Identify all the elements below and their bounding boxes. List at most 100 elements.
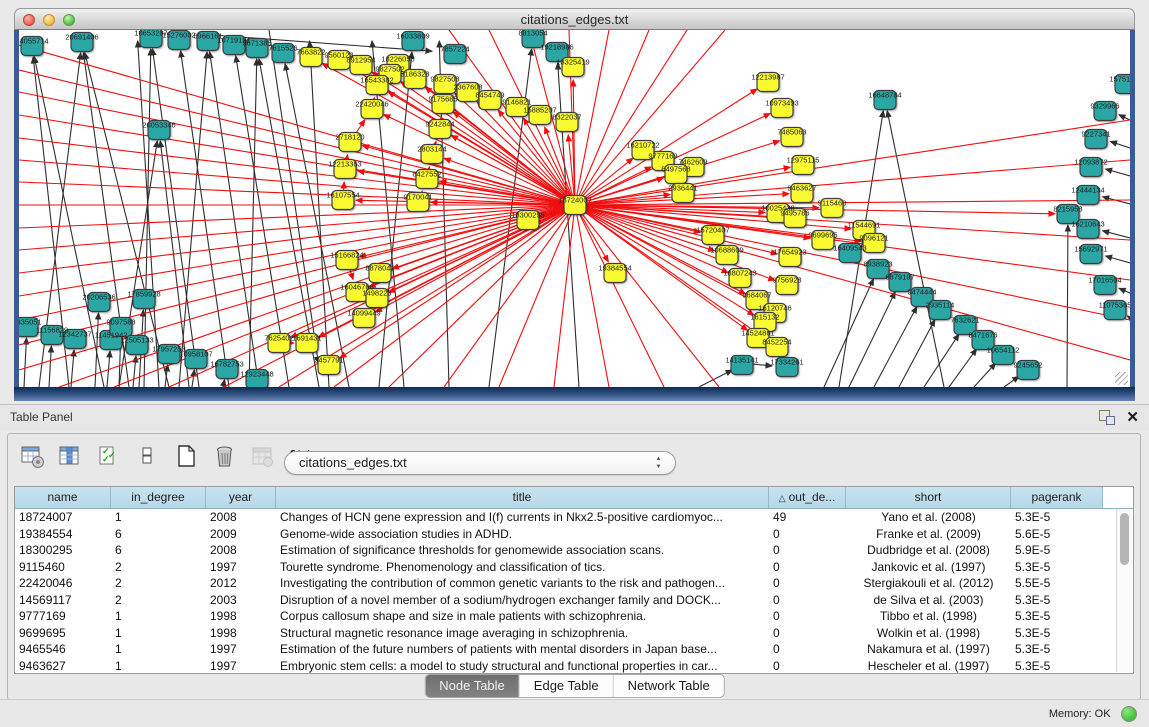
- trash-icon[interactable]: [210, 440, 240, 474]
- graph-node-label: 12093872: [1074, 158, 1107, 167]
- graph-node-label: 17654923: [773, 248, 806, 257]
- graph-node-label: 7663822: [296, 48, 325, 57]
- column-header-short[interactable]: short: [846, 487, 1011, 508]
- graph-node-label: 2803144: [417, 145, 446, 154]
- graph-node-label: 9699695: [808, 231, 837, 240]
- graph-node-label: 16409543: [833, 244, 866, 253]
- network-view-canvas[interactable]: 1405571420691406106532871527600269661611…: [19, 30, 1130, 387]
- resize-grip[interactable]: [1115, 372, 1128, 385]
- node-table: namein_degreeyeartitle△out_de...shortpag…: [14, 486, 1134, 674]
- float-panel-icon[interactable]: [1099, 410, 1115, 425]
- graph-edge: [1106, 256, 1130, 263]
- graph-node-label: 8452254: [762, 338, 791, 347]
- graph-node-label: 11075365: [1099, 301, 1130, 310]
- tab-network-table[interactable]: Network Table: [614, 675, 724, 697]
- column-header-out_de[interactable]: △out_de...: [769, 487, 846, 508]
- graph-edge: [575, 30, 725, 205]
- table-cell: Dudbridge et al. (2008): [846, 542, 1011, 559]
- table-scrollbar-thumb[interactable]: [1120, 513, 1129, 565]
- graph-node-label: 16033809: [396, 32, 429, 41]
- close-panel-icon[interactable]: ✕: [1126, 408, 1139, 426]
- table-cell: 0: [769, 641, 846, 658]
- table-row[interactable]: 946554611997Estimation of the future num…: [15, 641, 1133, 658]
- column-checks-icon[interactable]: ✓✓✓: [95, 440, 125, 474]
- graph-node-label: 19384554: [598, 264, 631, 273]
- table-scrollbar[interactable]: [1116, 509, 1132, 672]
- graph-node-label: 12923448: [240, 370, 273, 379]
- table-cell: 9777169: [15, 608, 111, 625]
- table-cell: 0: [769, 592, 846, 609]
- table-cell: 6: [111, 542, 206, 559]
- graph-node-label: 8454749: [475, 91, 504, 100]
- graph-edge: [1110, 141, 1130, 148]
- graph-node-label: 20053346: [142, 121, 175, 130]
- table-row[interactable]: 977716911998Corpus callosum shape and si…: [15, 608, 1133, 625]
- tab-edge-table[interactable]: Edge Table: [520, 675, 614, 697]
- graph-node-label: 7615526: [268, 44, 297, 53]
- table-row[interactable]: 946362711997Embryonic stem cells: a mode…: [15, 658, 1133, 675]
- graph-node-label: 12505133: [120, 336, 153, 345]
- table-cell: 1: [111, 625, 206, 642]
- graph-edge: [19, 205, 575, 228]
- table-cell: 1: [111, 641, 206, 658]
- graph-node-label: 9495786: [780, 209, 809, 218]
- delete-table-icon[interactable]: [249, 440, 279, 474]
- table-row[interactable]: 1938455462009Genome-wide association stu…: [15, 526, 1133, 543]
- table-row[interactable]: 1830029562008Estimation of significance …: [15, 542, 1133, 559]
- table-cell: 2003: [206, 592, 276, 609]
- table-row[interactable]: 911546021997Tourette syndrome. Phenomeno…: [15, 559, 1133, 576]
- table-mode-icon[interactable]: [18, 440, 48, 474]
- graph-node-label: 16648784: [868, 91, 901, 100]
- graph-node-label: 15720407: [696, 226, 729, 235]
- table-cell: 22420046: [15, 575, 111, 592]
- graph-node-label: 2718120: [335, 133, 364, 142]
- graph-node-label: 8427552: [412, 170, 441, 179]
- tab-node-table[interactable]: Node Table: [425, 675, 520, 697]
- table-cell: 9115460: [15, 559, 111, 576]
- graph-edge: [358, 171, 575, 205]
- graph-node-label: 8813054: [518, 30, 547, 38]
- status-bar: Memory: OK: [0, 699, 1149, 727]
- new-file-icon[interactable]: [172, 440, 202, 474]
- graph-node-label: 14099449: [347, 309, 380, 318]
- graph-node-label: 11544691: [848, 221, 881, 230]
- graph-edge: [49, 346, 51, 387]
- window-title: citations_edges.txt: [15, 9, 1134, 31]
- table-cell: 5.3E-5: [1011, 625, 1103, 642]
- table-cell: 5.9E-5: [1011, 542, 1103, 559]
- table-cell: 2012: [206, 575, 276, 592]
- memory-status-label: Memory: OK: [1049, 708, 1111, 720]
- column-header-in_degree[interactable]: in_degree: [111, 487, 206, 508]
- window-titlebar[interactable]: citations_edges.txt: [14, 8, 1135, 30]
- graph-node-label: 9463627: [787, 184, 816, 193]
- table-cell: Disruption of a novel member of a sodium…: [276, 592, 769, 609]
- graph-edge: [824, 279, 873, 387]
- table-cell: 0: [769, 526, 846, 543]
- show-column-icon[interactable]: [56, 440, 86, 474]
- table-row[interactable]: 1872400712008Changes of HCN gene express…: [15, 509, 1133, 526]
- graph-edge: [949, 349, 977, 387]
- table-row[interactable]: 969969511998Structural magnetic resonanc…: [15, 625, 1133, 642]
- graph-edge: [181, 51, 229, 387]
- graph-node-label: 16210643: [1071, 220, 1104, 229]
- table-row[interactable]: 2242004622012Investigating the contribut…: [15, 575, 1133, 592]
- column-header-title[interactable]: title: [276, 487, 769, 508]
- graph-node-label: 16120746: [758, 304, 791, 313]
- graph-node-label: 9097588: [106, 318, 135, 327]
- table-header-row: namein_degreeyeartitle△out_de...shortpag…: [15, 487, 1133, 509]
- graph-edge: [924, 334, 959, 387]
- graph-node-label: 10688609: [710, 246, 743, 255]
- table-cell: 5.3E-5: [1011, 658, 1103, 675]
- table-select-combo[interactable]: citations_edges.txt ▲▼: [284, 451, 676, 475]
- memory-status[interactable]: Memory: OK: [1049, 705, 1137, 721]
- column-header-year[interactable]: year: [206, 487, 276, 508]
- table-cell: 9465546: [15, 641, 111, 658]
- stacked-rows-icon[interactable]: [133, 440, 163, 474]
- column-header-name[interactable]: name: [15, 487, 111, 508]
- table-row[interactable]: 1456911722003Disruption of a novel membe…: [15, 592, 1133, 609]
- table-cell: Yano et al. (2008): [846, 509, 1011, 526]
- graph-edge: [19, 205, 575, 250]
- graph-node-label: 19218986: [540, 43, 573, 52]
- column-header-pagerank[interactable]: pagerank: [1011, 487, 1103, 508]
- graph-node-label: 9777169: [648, 152, 677, 161]
